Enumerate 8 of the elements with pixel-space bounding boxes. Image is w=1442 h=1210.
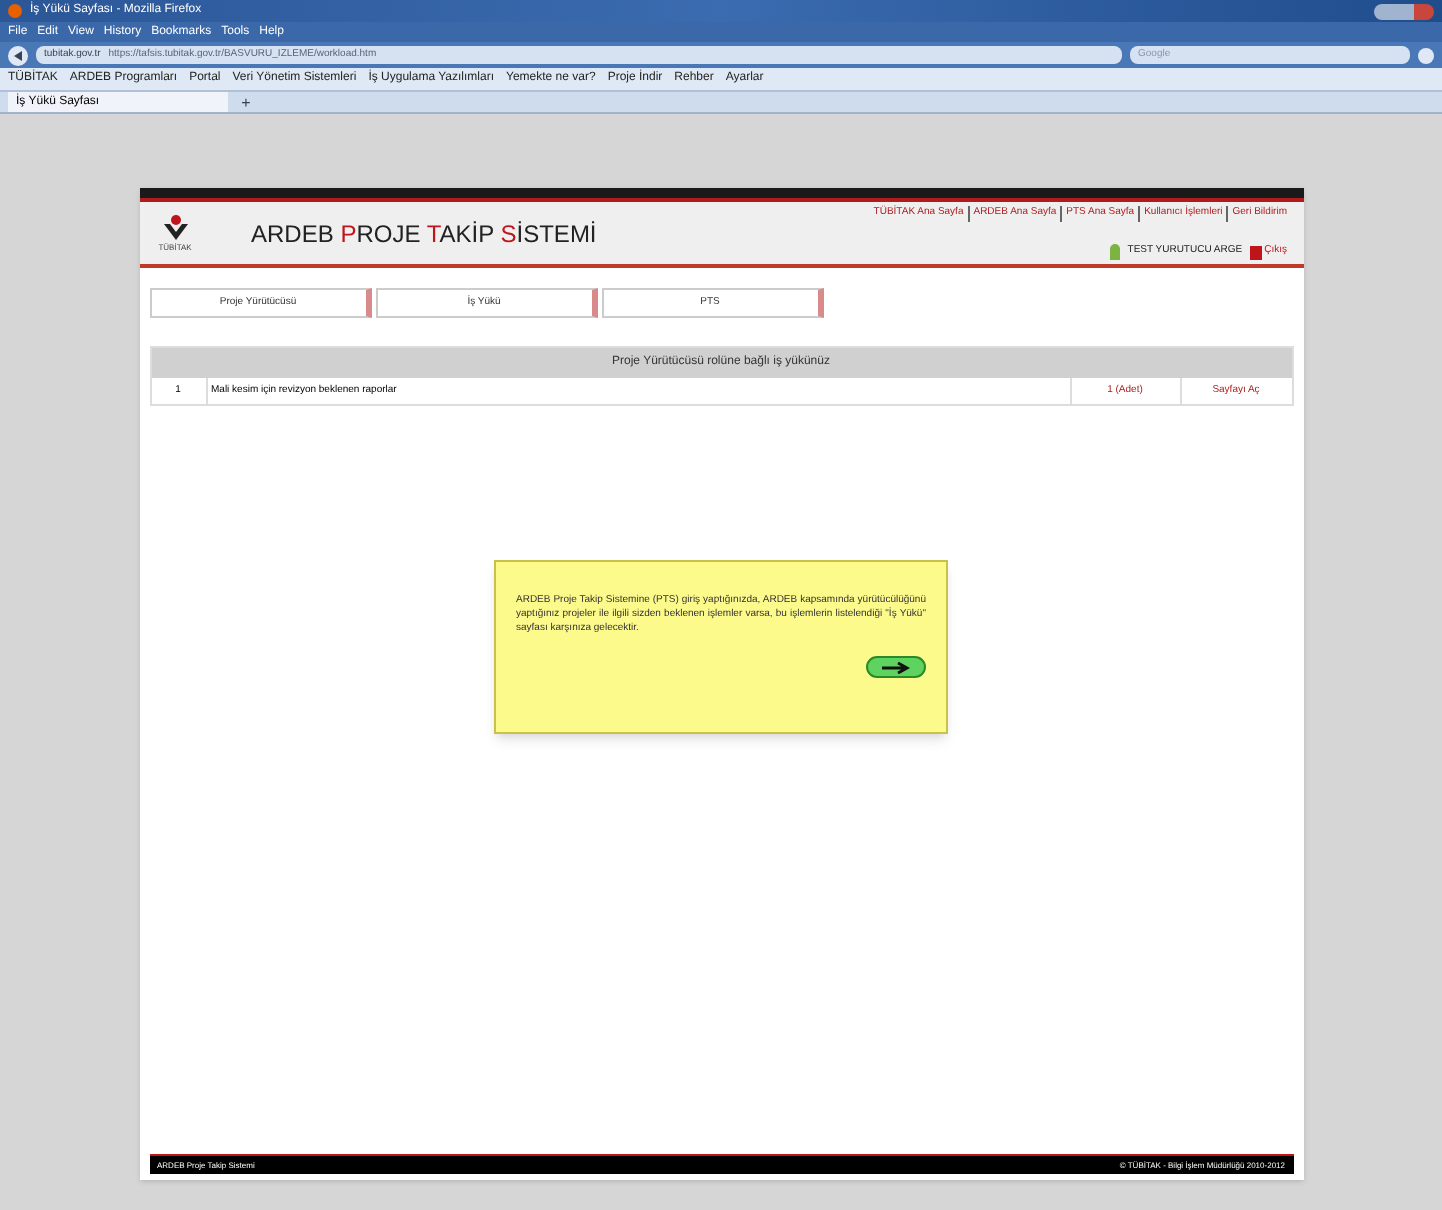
back-arrow-icon <box>12 49 24 61</box>
logo-icon <box>161 213 189 241</box>
system-title: ARDEB PROJE TAKİP SİSTEMİ <box>251 217 597 251</box>
back-button[interactable] <box>8 45 28 65</box>
user-icon <box>1109 244 1120 260</box>
next-button[interactable] <box>866 656 926 678</box>
arrow-right-icon <box>882 661 910 673</box>
new-tab-button[interactable]: + <box>236 94 256 112</box>
